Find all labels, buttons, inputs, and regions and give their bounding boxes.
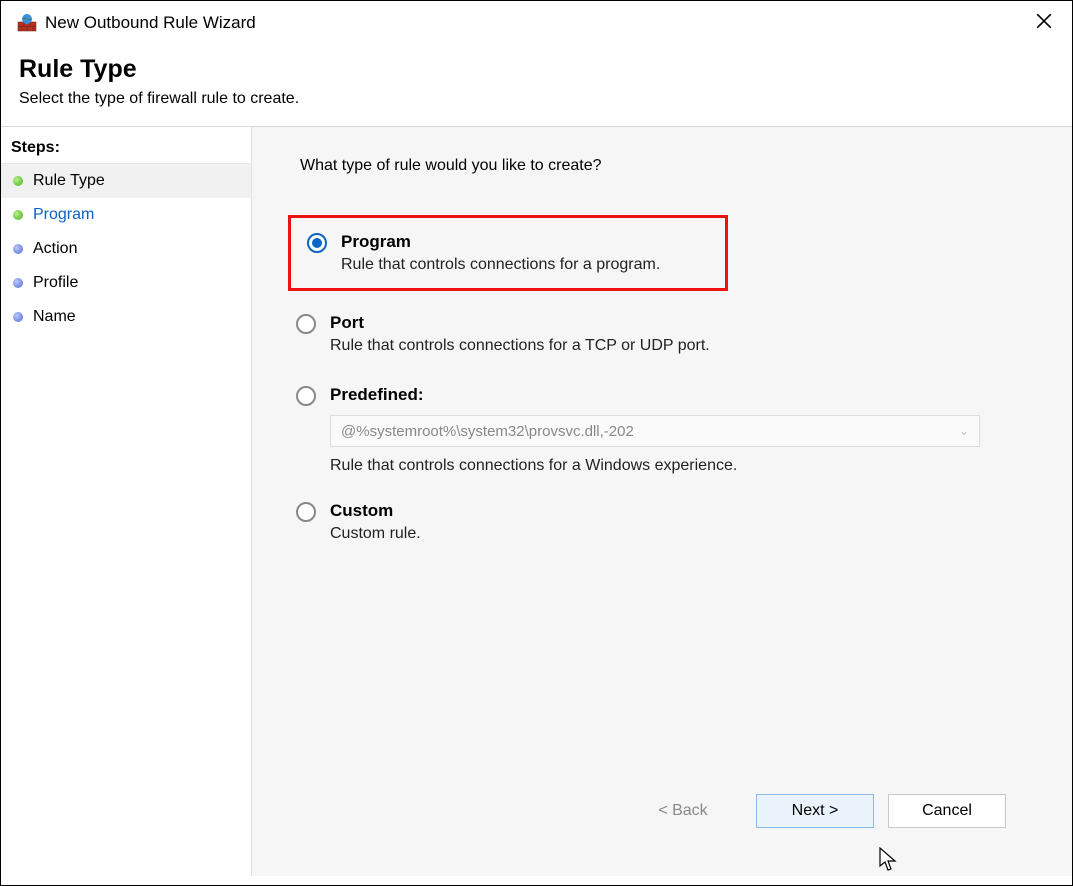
cancel-button[interactable]: Cancel — [888, 794, 1006, 828]
next-button[interactable]: Next > — [756, 794, 874, 828]
option-custom[interactable]: Custom Custom rule. — [288, 497, 1036, 547]
prompt-text: What type of rule would you like to crea… — [288, 157, 1036, 175]
step-label: Program — [33, 206, 94, 224]
option-texts: Custom Custom rule. — [330, 501, 421, 543]
back-button: < Back — [624, 794, 742, 828]
radio-predefined[interactable] — [296, 386, 316, 406]
content-panel: What type of rule would you like to crea… — [251, 126, 1072, 876]
steps-header: Steps: — [1, 137, 251, 164]
chevron-down-icon: ⌄ — [959, 424, 969, 438]
bullet-icon — [13, 210, 23, 220]
footer-buttons: < Back Next > Cancel — [288, 778, 1036, 856]
option-label: Port — [330, 313, 710, 333]
option-desc: Rule that controls connections for a pro… — [341, 256, 660, 274]
option-texts: Port Rule that controls connections for … — [330, 313, 710, 355]
step-rule-type[interactable]: Rule Type — [1, 164, 251, 198]
heading-area: Rule Type Select the type of firewall ru… — [1, 45, 1072, 126]
predefined-combo[interactable]: @%systemroot%\system32\provsvc.dll,-202 … — [330, 415, 980, 447]
options-group: Program Rule that controls connections f… — [288, 215, 1036, 778]
step-profile[interactable]: Profile — [1, 266, 251, 300]
option-predefined[interactable]: Predefined: @%systemroot%\system32\provs… — [288, 381, 1036, 479]
main-split: Steps: Rule Type Program Action Profile … — [1, 126, 1072, 876]
bullet-icon — [13, 244, 23, 254]
option-label: Custom — [330, 501, 421, 521]
firewall-icon — [17, 13, 37, 33]
step-label: Action — [33, 240, 77, 258]
step-label: Profile — [33, 274, 78, 292]
step-program[interactable]: Program — [1, 198, 251, 232]
option-label: Predefined: — [330, 385, 1028, 405]
combo-value: @%systemroot%\system32\provsvc.dll,-202 — [341, 423, 634, 440]
radio-custom[interactable] — [296, 502, 316, 522]
step-name[interactable]: Name — [1, 300, 251, 334]
option-desc: Rule that controls connections for a TCP… — [330, 337, 710, 355]
window-title: New Outbound Rule Wizard — [45, 13, 256, 33]
step-label: Rule Type — [33, 172, 105, 190]
radio-program[interactable] — [307, 233, 327, 253]
titlebar-left: New Outbound Rule Wizard — [17, 13, 256, 33]
step-action[interactable]: Action — [1, 232, 251, 266]
option-port[interactable]: Port Rule that controls connections for … — [288, 309, 1036, 359]
option-label: Program — [341, 232, 660, 252]
bullet-icon — [13, 312, 23, 322]
option-desc: Custom rule. — [330, 525, 421, 543]
option-desc: Rule that controls connections for a Win… — [330, 457, 1028, 475]
step-label: Name — [33, 308, 76, 326]
highlight-program: Program Rule that controls connections f… — [288, 215, 728, 291]
bullet-icon — [13, 278, 23, 288]
page-subtitle: Select the type of firewall rule to crea… — [19, 90, 1054, 108]
option-texts: Program Rule that controls connections f… — [341, 232, 660, 274]
titlebar: New Outbound Rule Wizard — [1, 1, 1072, 45]
option-program[interactable]: Program Rule that controls connections f… — [299, 228, 717, 278]
page-title: Rule Type — [19, 55, 1054, 84]
close-button[interactable] — [1028, 9, 1060, 37]
radio-port[interactable] — [296, 314, 316, 334]
option-texts: Predefined: @%systemroot%\system32\provs… — [330, 385, 1028, 475]
steps-sidebar: Steps: Rule Type Program Action Profile … — [1, 126, 251, 876]
bullet-icon — [13, 176, 23, 186]
